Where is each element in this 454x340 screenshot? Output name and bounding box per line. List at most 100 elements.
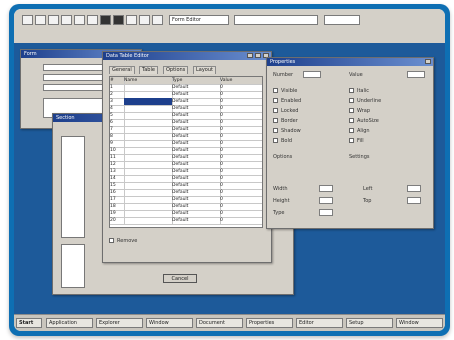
close-icon[interactable]	[425, 59, 431, 64]
table-cell[interactable]	[124, 140, 173, 147]
taskbar-item[interactable]: Setup	[346, 318, 393, 328]
value-input[interactable]	[407, 71, 425, 78]
table-cell[interactable]	[124, 210, 173, 217]
table-cell[interactable]: Default	[172, 105, 221, 112]
table-cell[interactable]	[124, 133, 173, 140]
table-cell[interactable]: 0	[220, 119, 262, 126]
color-icon[interactable]	[152, 15, 163, 25]
table-cell[interactable]: 14	[110, 175, 125, 182]
table-cell[interactable]: 1	[110, 84, 125, 91]
number-input[interactable]	[303, 71, 321, 78]
table-cell[interactable]	[124, 147, 173, 154]
table-cell[interactable]: 0	[220, 196, 262, 203]
table-cell[interactable]: 0	[220, 175, 262, 182]
search-input[interactable]: Form Editor	[169, 15, 229, 25]
table-cell[interactable]: Default	[172, 140, 221, 147]
minimize-icon[interactable]	[247, 53, 253, 58]
taskbar-item[interactable]: Application	[46, 318, 93, 328]
table-cell[interactable]	[124, 91, 173, 98]
table-cell[interactable]: 7	[110, 126, 125, 133]
table-cell[interactable]: 3	[110, 98, 125, 105]
column-header[interactable]: Type	[172, 77, 221, 84]
tab-options[interactable]: Options	[163, 66, 189, 74]
table-cell[interactable]: 0	[220, 210, 262, 217]
tab-table[interactable]: Table	[139, 66, 158, 74]
table-cell[interactable]	[124, 112, 173, 119]
table-cell[interactable]: 17	[110, 196, 125, 203]
table-cell[interactable]: Default	[172, 168, 221, 175]
table-cell[interactable]: 16	[110, 189, 125, 196]
data-grid[interactable]: # Name Type Value 1 Default 0 2 Default 0 3 Def…	[109, 76, 263, 228]
table-cell[interactable]	[124, 182, 173, 189]
taskbar-item[interactable]: Window	[146, 318, 193, 328]
property-checkbox[interactable]	[349, 118, 354, 123]
table-row[interactable]: 20 Default 0	[110, 217, 262, 225]
table-cell[interactable]	[124, 168, 173, 175]
table-cell[interactable]	[124, 175, 173, 182]
top-input[interactable]	[407, 197, 421, 204]
properties-window[interactable]: Properties Number Value Visible Enabled Lo…	[266, 57, 434, 229]
table-cell[interactable]: Default	[172, 210, 221, 217]
italic-icon[interactable]	[113, 15, 124, 25]
table-cell[interactable]: 0	[220, 84, 262, 91]
column-header[interactable]: Value	[220, 77, 262, 84]
table-cell[interactable]	[124, 105, 173, 112]
table-cell[interactable]: Default	[172, 126, 221, 133]
table-cell[interactable]: 20	[110, 217, 125, 224]
table-cell[interactable]: Default	[172, 182, 221, 189]
new-icon[interactable]	[22, 15, 33, 25]
table-cell[interactable]: 19	[110, 210, 125, 217]
table-cell[interactable]	[124, 154, 173, 161]
table-cell[interactable]: Default	[172, 217, 221, 224]
table-cell[interactable]: 0	[220, 98, 262, 105]
taskbar-item[interactable]: Explorer	[96, 318, 143, 328]
taskbar-item[interactable]: Editor	[296, 318, 343, 328]
left-input[interactable]	[407, 185, 421, 192]
table-cell[interactable]: 9	[110, 140, 125, 147]
table-cell[interactable]: Default	[172, 161, 221, 168]
section-list-2[interactable]	[61, 244, 85, 288]
table-cell[interactable]	[124, 119, 173, 126]
tab-layout[interactable]: Layout	[193, 66, 216, 74]
property-checkbox[interactable]	[273, 108, 278, 113]
align-icon[interactable]	[139, 15, 150, 25]
taskbar-item[interactable]: Document	[196, 318, 243, 328]
save-icon[interactable]	[48, 15, 59, 25]
table-cell[interactable]	[124, 98, 173, 105]
table-cell[interactable]: 0	[220, 161, 262, 168]
height-input[interactable]	[319, 197, 333, 204]
table-cell[interactable]: Default	[172, 84, 221, 91]
section-list[interactable]	[61, 136, 85, 238]
property-checkbox[interactable]	[349, 98, 354, 103]
table-cell[interactable]	[124, 196, 173, 203]
table-cell[interactable]: 15	[110, 182, 125, 189]
table-cell[interactable]: 0	[220, 182, 262, 189]
table-cell[interactable]: 0	[220, 154, 262, 161]
open-icon[interactable]	[35, 15, 46, 25]
table-cell[interactable]: Default	[172, 133, 221, 140]
width-input[interactable]	[319, 185, 333, 192]
table-cell[interactable]: 6	[110, 119, 125, 126]
table-cell[interactable]: Default	[172, 154, 221, 161]
table-cell[interactable]: 5	[110, 112, 125, 119]
table-cell[interactable]: 0	[220, 126, 262, 133]
table-cell[interactable]: 4	[110, 105, 125, 112]
property-checkbox[interactable]	[349, 108, 354, 113]
table-cell[interactable]	[124, 84, 173, 91]
table-cell[interactable]: 8	[110, 133, 125, 140]
taskbar-item[interactable]: Properties	[246, 318, 293, 328]
table-cell[interactable]: Default	[172, 175, 221, 182]
property-checkbox[interactable]	[273, 98, 278, 103]
table-cell[interactable]	[124, 217, 173, 224]
data-table-window[interactable]: Data Table Editor General Table Options …	[102, 51, 272, 263]
table-cell[interactable]: Default	[172, 189, 221, 196]
start-button[interactable]: Start	[16, 318, 42, 328]
table-cell[interactable]: 11	[110, 154, 125, 161]
column-header[interactable]: Name	[124, 77, 173, 84]
table-cell[interactable]: 0	[220, 105, 262, 112]
property-checkbox[interactable]	[273, 128, 278, 133]
table-cell[interactable]: 0	[220, 133, 262, 140]
table-cell[interactable]: 10	[110, 147, 125, 154]
table-cell[interactable]: 0	[220, 168, 262, 175]
table-cell[interactable]: Default	[172, 98, 221, 105]
